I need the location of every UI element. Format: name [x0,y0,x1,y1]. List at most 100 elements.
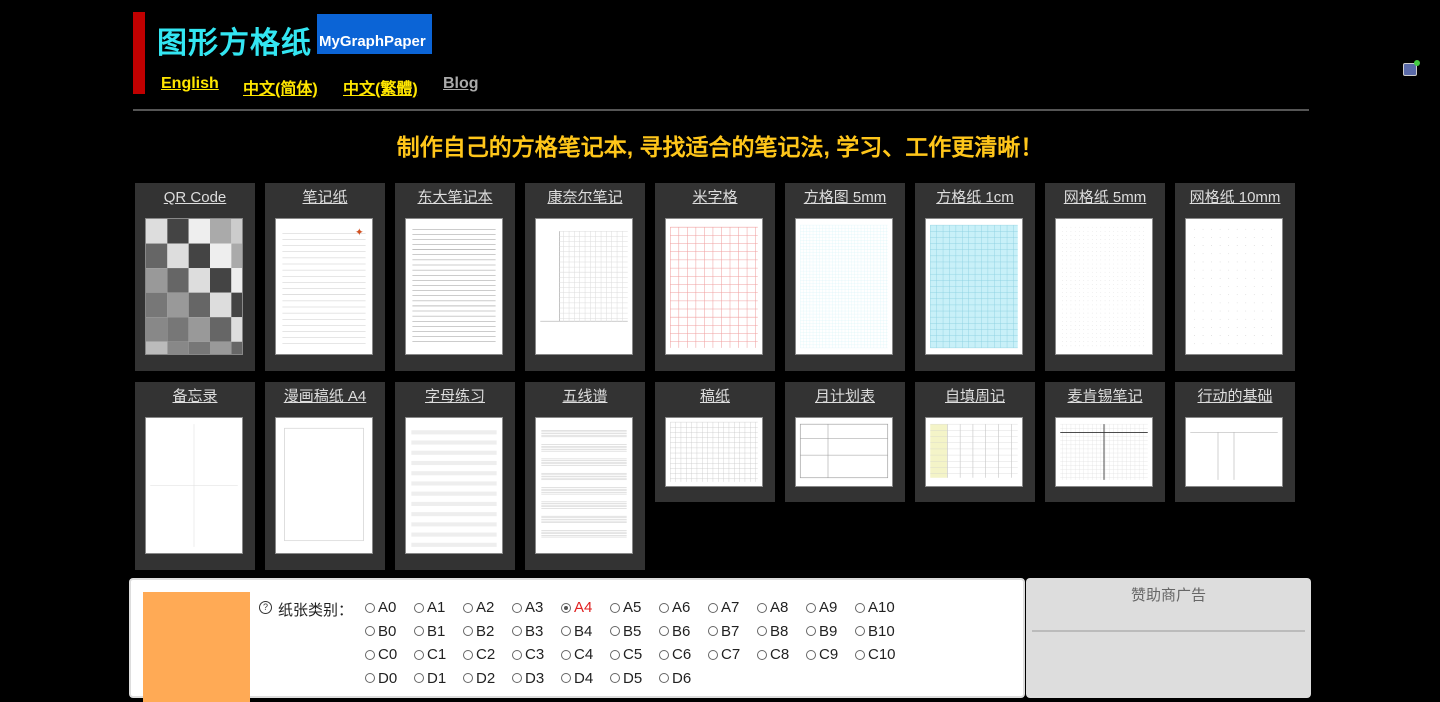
paper-card-link[interactable]: 方格图 5mm [785,188,905,208]
paper-size-radio-d4[interactable]: D4 [561,670,593,687]
radio-circle[interactable] [659,673,669,683]
paper-thumbnail[interactable] [145,218,243,355]
paper-card-link[interactable]: 东大笔记本 [395,188,515,208]
paper-card[interactable]: 稿纸 [655,382,775,502]
lang-zh-hant-link[interactable]: 中文(繁體) [343,75,418,99]
paper-size-radio-c10[interactable]: C10 [855,646,896,663]
radio-circle[interactable] [365,649,375,660]
paper-thumbnail[interactable] [145,417,243,554]
radio-circle[interactable] [561,626,571,636]
paper-size-radio-d5[interactable]: D5 [610,670,642,687]
paper-card[interactable]: 网格纸 10mm [1175,183,1295,371]
radio-circle[interactable] [855,649,865,660]
paper-size-radio-a3[interactable]: A3 [512,599,543,616]
radio-circle[interactable] [561,649,571,660]
paper-card-link[interactable]: 漫画稿纸 A4 [265,387,385,407]
paper-size-radio-d1[interactable]: D1 [414,670,446,687]
radio-circle[interactable] [708,602,718,613]
radio-circle[interactable] [414,626,424,636]
paper-thumbnail[interactable] [665,218,763,355]
paper-size-radio-b7[interactable]: B7 [708,623,739,640]
paper-thumbnail[interactable] [1055,218,1153,355]
radio-circle[interactable] [708,649,718,660]
radio-circle[interactable] [512,626,522,636]
logo-title[interactable]: 图形方格纸 [157,18,312,62]
paper-card-link[interactable]: 稿纸 [655,387,775,407]
paper-size-radio-a2[interactable]: A2 [463,599,494,616]
paper-size-radio-c3[interactable]: C3 [512,646,544,663]
paper-size-radio-a0[interactable]: A0 [365,599,396,616]
paper-size-radio-a1[interactable]: A1 [414,599,445,616]
paper-size-radio-b8[interactable]: B8 [757,623,788,640]
help-icon[interactable]: ? [259,601,272,614]
paper-size-radio-b10[interactable]: B10 [855,623,895,640]
paper-thumbnail[interactable] [795,417,893,487]
paper-thumbnail[interactable] [795,218,893,355]
radio-circle[interactable] [659,626,669,636]
paper-card[interactable]: 笔记纸 ✦ [265,183,385,371]
paper-card[interactable]: 米字格 [655,183,775,371]
paper-card[interactable]: 东大笔记本 [395,183,515,371]
paper-size-radio-b4[interactable]: B4 [561,623,592,640]
radio-circle[interactable] [708,626,718,636]
radio-circle[interactable] [610,602,620,613]
radio-circle[interactable] [561,602,571,613]
paper-size-radio-b2[interactable]: B2 [463,623,494,640]
paper-card[interactable]: 漫画稿纸 A4 [265,382,385,570]
radio-circle[interactable] [610,673,620,683]
radio-circle[interactable] [512,602,522,613]
paper-size-radio-c5[interactable]: C5 [610,646,642,663]
paper-size-radio-c9[interactable]: C9 [806,646,838,663]
radio-circle[interactable] [610,626,620,636]
paper-size-radio-a5[interactable]: A5 [610,599,641,616]
lang-english-link[interactable]: English [161,75,219,93]
paper-size-radio-c6[interactable]: C6 [659,646,691,663]
paper-thumbnail[interactable] [405,218,503,355]
extension-icon[interactable] [1403,60,1420,76]
paper-card[interactable]: 五线谱 [525,382,645,570]
radio-circle[interactable] [463,673,473,683]
paper-size-radio-c4[interactable]: C4 [561,646,593,663]
paper-size-radio-d6[interactable]: D6 [659,670,691,687]
logo-badge[interactable]: MyGraphPaper [317,14,432,54]
paper-card-link[interactable]: 网格纸 10mm [1175,188,1295,208]
paper-size-radio-c2[interactable]: C2 [463,646,495,663]
paper-card-link[interactable]: 网格纸 5mm [1045,188,1165,208]
paper-size-radio-a4[interactable]: A4 [561,599,592,616]
radio-circle[interactable] [659,649,669,660]
paper-size-radio-b3[interactable]: B3 [512,623,543,640]
radio-circle[interactable] [659,602,669,613]
radio-circle[interactable] [561,673,571,683]
blog-link[interactable]: Blog [443,75,479,93]
paper-thumbnail[interactable] [535,218,633,355]
radio-circle[interactable] [463,649,473,660]
paper-thumbnail[interactable] [405,417,503,554]
radio-circle[interactable] [855,602,865,613]
paper-thumbnail[interactable] [535,417,633,554]
paper-size-radio-b5[interactable]: B5 [610,623,641,640]
paper-size-radio-d3[interactable]: D3 [512,670,544,687]
radio-circle[interactable] [757,602,767,613]
paper-thumbnail[interactable] [275,417,373,554]
radio-circle[interactable] [855,626,865,636]
paper-size-radio-b9[interactable]: B9 [806,623,837,640]
radio-circle[interactable] [365,626,375,636]
paper-size-radio-a9[interactable]: A9 [806,599,837,616]
paper-card[interactable]: 麦肯锡笔记 [1045,382,1165,502]
radio-circle[interactable] [512,673,522,683]
paper-size-radio-b1[interactable]: B1 [414,623,445,640]
paper-thumbnail[interactable] [925,417,1023,487]
paper-thumbnail[interactable] [925,218,1023,355]
paper-card-link[interactable]: 字母练习 [395,387,515,407]
paper-thumbnail[interactable] [1055,417,1153,487]
paper-card-link[interactable]: 笔记纸 [265,188,385,208]
radio-circle[interactable] [365,673,375,683]
paper-size-radio-c7[interactable]: C7 [708,646,740,663]
paper-thumbnail[interactable] [665,417,763,487]
paper-card[interactable]: QR Code [135,183,255,371]
radio-circle[interactable] [512,649,522,660]
paper-card-link[interactable]: 五线谱 [525,387,645,407]
radio-circle[interactable] [463,626,473,636]
paper-card-link[interactable]: 方格纸 1cm [915,188,1035,208]
paper-size-radio-c0[interactable]: C0 [365,646,397,663]
